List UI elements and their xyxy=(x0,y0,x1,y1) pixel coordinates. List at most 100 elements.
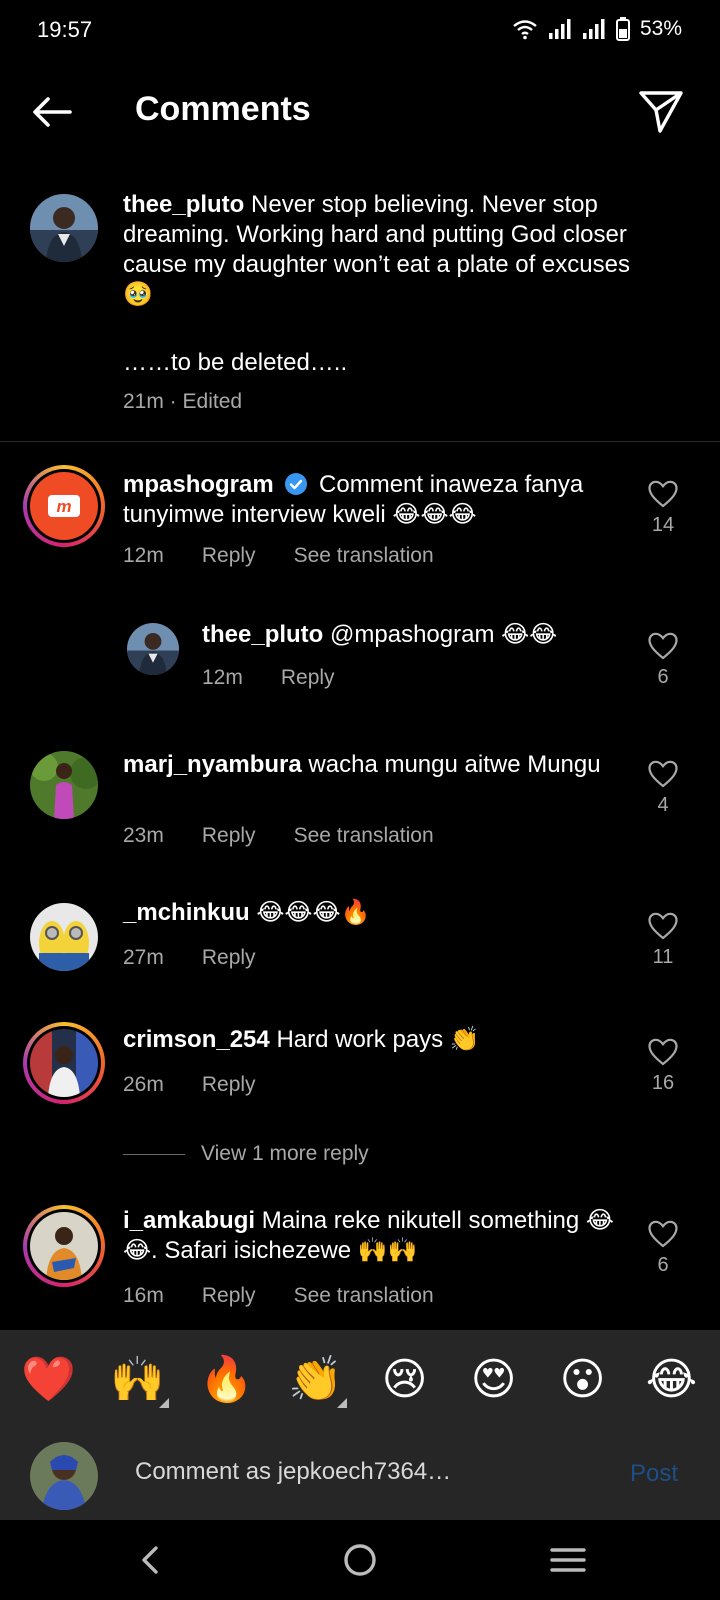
emoji-clap-button[interactable]: 👏 xyxy=(281,1350,351,1410)
avatar[interactable] xyxy=(23,1205,105,1287)
reply-button[interactable]: Reply xyxy=(281,666,335,690)
comment-body: 😂😂😂🔥 xyxy=(256,899,371,926)
heart-icon[interactable] xyxy=(648,1038,678,1066)
send-icon[interactable] xyxy=(636,86,686,136)
heart-icon[interactable] xyxy=(648,760,678,788)
reply-button[interactable]: Reply xyxy=(202,946,256,970)
like-count: 11 xyxy=(652,946,674,968)
see-translation-button[interactable]: See translation xyxy=(294,544,434,568)
caption-time: 21m · Edited xyxy=(123,390,243,413)
comment-input-bar: Comment as jepkoech7364… Post xyxy=(0,1430,720,1520)
wifi-icon xyxy=(513,20,537,40)
like-count: 6 xyxy=(657,1254,669,1276)
avatar xyxy=(30,1442,98,1510)
emoji-surprised-button[interactable]: 😮 xyxy=(548,1350,618,1410)
heart-icon[interactable] xyxy=(648,1220,678,1248)
avatar[interactable] xyxy=(30,194,98,262)
see-translation-button[interactable]: See translation xyxy=(294,1284,434,1308)
emoji-heart-eyes-button[interactable]: 😍 xyxy=(459,1350,529,1410)
heart-icon[interactable] xyxy=(648,480,678,508)
like-count: 16 xyxy=(651,1072,675,1094)
signal-icon xyxy=(548,19,571,39)
verified-badge-icon xyxy=(285,473,308,495)
status-time: 19:57 xyxy=(37,17,93,42)
comment-meta: 23m Reply See translation xyxy=(123,824,434,848)
reply-button[interactable]: Reply xyxy=(202,1284,256,1308)
emoji-glyph: 🙌 xyxy=(110,1355,165,1404)
comment-time: 26m xyxy=(123,1073,164,1096)
post-caption: thee_pluto Never stop believing. Never s… xyxy=(0,190,720,442)
comment-text: crimson_254 Hard work pays 👏 xyxy=(123,1025,623,1055)
comment-time: 12m xyxy=(123,544,164,567)
comment-username[interactable]: _mchinkuu xyxy=(123,899,250,926)
svg-text:m: m xyxy=(56,497,71,516)
skin-tone-indicator xyxy=(158,1398,169,1408)
avatar[interactable] xyxy=(30,903,98,971)
skin-tone-indicator xyxy=(336,1398,347,1408)
comment-text: mpashogram Comment inaweza fanya tunyimw… xyxy=(123,470,623,530)
see-translation-button[interactable]: See translation xyxy=(294,824,434,848)
divider-line xyxy=(123,1153,185,1155)
comment-username[interactable]: i_amkabugi xyxy=(123,1207,255,1234)
emoji-raised-hands-button[interactable]: 🙌 xyxy=(103,1350,173,1410)
like-button[interactable]: 14 xyxy=(638,480,688,537)
caption-meta: 21m · Edited xyxy=(123,390,242,414)
emoji-heart-button[interactable]: ❤️ xyxy=(14,1350,84,1410)
avatar[interactable] xyxy=(23,1022,105,1104)
comment-body: wacha mungu aitwe Mungu xyxy=(308,751,601,778)
system-nav-bar xyxy=(0,1520,720,1600)
comment-meta: 12m Reply xyxy=(202,666,335,690)
emoji-glyph: 👏 xyxy=(288,1355,343,1404)
heart-icon[interactable] xyxy=(648,632,678,660)
like-button[interactable]: 11 xyxy=(638,912,688,969)
view-more-label[interactable]: View 1 more reply xyxy=(201,1142,369,1166)
nav-home-icon[interactable] xyxy=(338,1538,382,1582)
back-arrow-icon[interactable] xyxy=(28,88,76,136)
like-count: 14 xyxy=(651,514,675,536)
like-button[interactable]: 16 xyxy=(638,1038,688,1095)
post-button[interactable]: Post xyxy=(630,1460,678,1488)
comment-meta: 16m Reply See translation xyxy=(123,1284,434,1308)
comment-time: 12m xyxy=(202,666,243,689)
caption-username[interactable]: thee_pluto xyxy=(123,191,244,218)
page-title: Comments xyxy=(135,90,311,128)
status-icons: 53% xyxy=(512,17,682,41)
comment-meta: 12m Reply See translation xyxy=(123,544,434,568)
view-more-replies-button[interactable]: View 1 more reply xyxy=(123,1142,369,1166)
comment-time: 27m xyxy=(123,946,164,969)
comment-text: _mchinkuu 😂😂😂🔥 xyxy=(123,898,623,928)
nav-menu-icon[interactable] xyxy=(546,1538,590,1582)
like-button[interactable]: 6 xyxy=(638,632,688,689)
mpasho-logo-icon: m xyxy=(30,472,98,540)
avatar[interactable] xyxy=(30,751,98,819)
emoji-fire-button[interactable]: 🔥 xyxy=(192,1350,262,1410)
header: Comments xyxy=(0,70,720,154)
comment-username[interactable]: crimson_254 xyxy=(123,1026,270,1053)
comment-username[interactable]: marj_nyambura xyxy=(123,751,302,778)
comment-username[interactable]: mpashogram xyxy=(123,471,274,498)
comment-text: thee_pluto @mpashogram 😂😂 xyxy=(202,620,622,650)
reply-button[interactable]: Reply xyxy=(202,544,256,568)
like-count: 4 xyxy=(657,794,669,816)
emoji-quick-bar: ❤️ 🙌 🔥 👏 😢 😍 😮 😂 xyxy=(0,1330,720,1430)
comment-input[interactable]: Comment as jepkoech7364… xyxy=(135,1458,451,1486)
nav-back-icon[interactable] xyxy=(130,1538,174,1582)
avatar[interactable]: m xyxy=(23,465,105,547)
like-button[interactable]: 4 xyxy=(638,760,688,817)
like-button[interactable]: 6 xyxy=(638,1220,688,1277)
heart-icon[interactable] xyxy=(648,912,678,940)
status-bar: 19:57 53% xyxy=(0,0,720,64)
caption-body-2: ……to be deleted….. xyxy=(123,349,348,376)
comment-meta: 27m Reply xyxy=(123,946,256,970)
avatar[interactable] xyxy=(127,623,179,675)
comment-time: 16m xyxy=(123,1284,164,1307)
caption-text: thee_pluto Never stop believing. Never s… xyxy=(123,190,653,310)
comment-time: 23m xyxy=(123,824,164,847)
emoji-crying-button[interactable]: 😢 xyxy=(370,1350,440,1410)
signal-icon-2 xyxy=(582,19,605,39)
comment-username[interactable]: thee_pluto xyxy=(202,621,323,648)
emoji-laughing-button[interactable]: 😂 xyxy=(637,1350,707,1410)
reply-button[interactable]: Reply xyxy=(202,1073,256,1097)
reply-button[interactable]: Reply xyxy=(202,824,256,848)
comment-body: @mpashogram 😂😂 xyxy=(330,621,558,648)
